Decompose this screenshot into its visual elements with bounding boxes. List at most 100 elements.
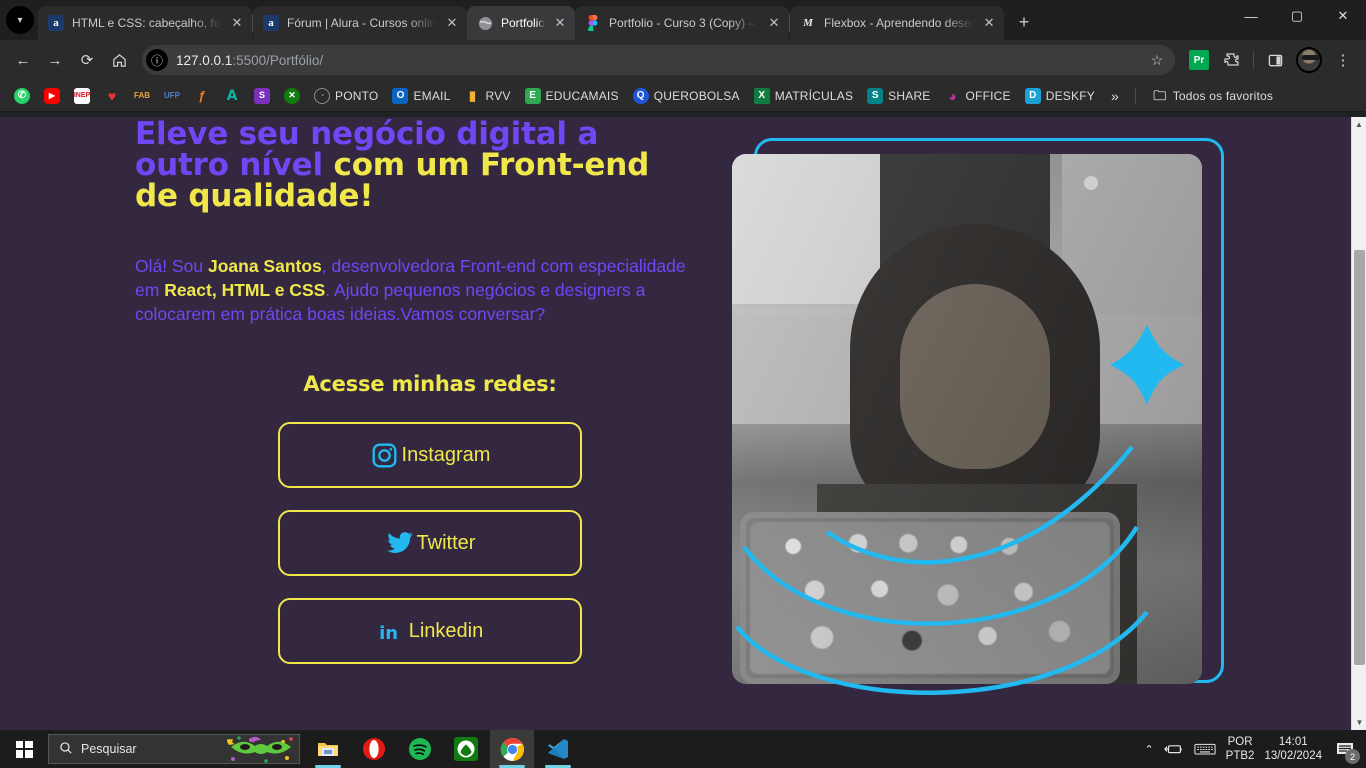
- bookmark-deskfy[interactable]: D DESKFY: [1019, 85, 1101, 107]
- page-scrollbar[interactable]: ▲ ▼: [1351, 117, 1366, 730]
- querobolsa-icon: Q: [632, 87, 649, 104]
- address-bar[interactable]: ⓘ 127.0.0.1:5500/Portfólio/ ☆: [142, 45, 1175, 75]
- tab-close-icon[interactable]: ✕: [443, 14, 461, 32]
- carnival-mask-image: [221, 735, 299, 763]
- bookmark-matriculas[interactable]: X MATRÍCULAS: [748, 85, 859, 107]
- all-bookmarks-label: Todos os favoritos: [1172, 88, 1274, 103]
- fab-icon: FAB: [134, 90, 150, 100]
- bookmark-xbox[interactable]: ✕: [278, 85, 306, 107]
- bookmark-office[interactable]: ◕ OFFICE: [939, 85, 1017, 107]
- scrollbar-track[interactable]: [1352, 132, 1366, 715]
- social-link-label: Twitter: [416, 532, 476, 555]
- system-tray: ⌃ POR PTB2 14:01 13/02/2024 2: [1144, 735, 1366, 764]
- xbox-icon: ✕: [284, 87, 300, 104]
- bookmark-star-icon[interactable]: ☆: [1145, 48, 1169, 72]
- new-tab-button[interactable]: +: [1010, 8, 1038, 36]
- social-link-label: Instagram: [401, 444, 491, 467]
- forward-icon[interactable]: →: [40, 45, 70, 75]
- keyboard-icon[interactable]: [1194, 742, 1216, 756]
- taskbar-search-box[interactable]: Pesquisar: [48, 734, 300, 764]
- bookmark-youtube[interactable]: ▶: [38, 85, 66, 107]
- side-panel-icon[interactable]: [1260, 45, 1290, 75]
- social-link-twitter[interactable]: Twitter: [278, 510, 582, 577]
- bookmark-fab[interactable]: FAB: [128, 85, 156, 107]
- figma-icon: [585, 15, 601, 31]
- bookmark-querobolsa[interactable]: Q QUEROBOLSA: [627, 85, 746, 107]
- browser-tab-2-active[interactable]: Portfolio ✕: [467, 6, 576, 40]
- clock[interactable]: 14:01 13/02/2024: [1264, 735, 1322, 764]
- tab-close-icon[interactable]: ✕: [551, 14, 569, 32]
- taskbar-app-file-explorer[interactable]: [306, 730, 350, 768]
- bookmark-email[interactable]: O EMAIL: [386, 85, 456, 107]
- taskbar-app-google-chrome[interactable]: [490, 730, 534, 768]
- battery-icon[interactable]: [1163, 742, 1184, 756]
- back-icon[interactable]: ←: [8, 45, 38, 75]
- intro-paragraph: Olá! Sou Joana Santos, desenvolvedora Fr…: [135, 254, 690, 326]
- outlook-icon: O: [392, 87, 409, 104]
- notifications-button[interactable]: 2: [1332, 736, 1360, 764]
- bookmark-inep[interactable]: INEP: [68, 85, 96, 107]
- alura-icon: A: [226, 87, 238, 104]
- tray-chevron-up-icon[interactable]: ⌃: [1144, 743, 1153, 756]
- all-bookmarks-button[interactable]: 🗀 Todos os favoritos: [1146, 85, 1279, 107]
- tab-title: Flexbox - Aprendendo desen: [824, 16, 975, 30]
- extensions-puzzle-icon[interactable]: [1217, 45, 1247, 75]
- social-link-linkedin[interactable]: in Linkedin: [278, 598, 582, 665]
- bookmark-share[interactable]: S SHARE: [861, 85, 936, 107]
- profile-avatar[interactable]: [1296, 47, 1322, 73]
- bookmark-heart[interactable]: ♥: [98, 85, 126, 107]
- tab-close-icon[interactable]: ✕: [228, 14, 246, 32]
- scroll-up-arrow-icon[interactable]: ▲: [1352, 117, 1366, 132]
- search-icon: [59, 741, 73, 758]
- language-line-2: PTB2: [1225, 750, 1255, 762]
- sharepoint-icon: S: [867, 87, 884, 104]
- browser-tab-3[interactable]: Portfolio - Curso 3 (Copy) – F ✕: [575, 6, 790, 40]
- taskbar-app-xbox[interactable]: [444, 730, 488, 768]
- bookmark-alura[interactable]: A: [218, 85, 246, 107]
- bookmark-flash[interactable]: ƒ: [188, 85, 216, 107]
- chrome-menu-icon[interactable]: ⋮: [1328, 45, 1358, 75]
- bookmark-ponto[interactable]: ◔ PONTO: [308, 85, 384, 107]
- browser-tab-0[interactable]: a HTML e CSS: cabeçalho, foot ✕: [38, 6, 252, 40]
- taskbar-app-vs-code[interactable]: [536, 730, 580, 768]
- browser-tab-4[interactable]: M Flexbox - Aprendendo desen ✕: [790, 6, 1005, 40]
- tab-close-icon[interactable]: ✕: [765, 14, 783, 32]
- taskbar-app-opera[interactable]: [352, 730, 396, 768]
- bookmark-label: RVV: [485, 88, 511, 103]
- bookmark-whatsapp[interactable]: ✆: [8, 85, 36, 107]
- bookmark-rvv[interactable]: ▮ RVV: [458, 85, 516, 107]
- windows-taskbar: Pesquisar ⌃ POR PTB2 14:01 13/02/2024 2: [0, 730, 1366, 768]
- ufp-icon: UFP: [164, 90, 180, 100]
- tab-search-chevron-icon[interactable]: ▾: [6, 6, 34, 34]
- site-info-icon[interactable]: ⓘ: [146, 49, 168, 71]
- youtube-icon: ▶: [44, 87, 60, 104]
- social-link-instagram[interactable]: Instagram: [278, 422, 582, 489]
- bookmark-label: SHARE: [888, 88, 931, 103]
- url-text[interactable]: 127.0.0.1:5500/Portfólio/: [176, 53, 1145, 68]
- maximize-button[interactable]: ▢: [1274, 0, 1320, 32]
- bookmark-sway[interactable]: S: [248, 85, 276, 107]
- taskbar-app-spotify[interactable]: [398, 730, 442, 768]
- start-button[interactable]: [0, 730, 48, 768]
- hero-photo-column: [732, 117, 1232, 707]
- windows-logo-icon: [15, 740, 33, 758]
- minimize-button[interactable]: —: [1228, 0, 1274, 32]
- scroll-down-arrow-icon[interactable]: ▼: [1352, 715, 1366, 730]
- page-title: Eleve seu negócio digital a outro nível …: [135, 119, 680, 212]
- bookmarks-overflow-icon[interactable]: »: [1103, 86, 1127, 106]
- profile-photo: [732, 154, 1202, 684]
- inep-icon: INEP: [74, 87, 90, 104]
- tab-title: Fórum | Alura - Cursos online: [287, 16, 437, 30]
- home-icon[interactable]: [104, 45, 134, 75]
- reload-icon[interactable]: ⟳: [72, 45, 102, 75]
- premium-extension-icon[interactable]: Pr: [1189, 50, 1209, 70]
- flash-icon: ƒ: [198, 88, 206, 103]
- browser-tab-1[interactable]: a Fórum | Alura - Cursos online ✕: [253, 6, 467, 40]
- bookmark-educamais[interactable]: E EDUCAMAIS: [519, 85, 625, 107]
- tab-close-icon[interactable]: ✕: [980, 14, 998, 32]
- bookmark-ufp[interactable]: UFP: [158, 85, 186, 107]
- heart-icon: ♥: [107, 87, 117, 104]
- scrollbar-thumb[interactable]: [1354, 250, 1365, 665]
- close-window-button[interactable]: ✕: [1320, 0, 1366, 32]
- language-indicator[interactable]: POR PTB2: [1226, 735, 1255, 764]
